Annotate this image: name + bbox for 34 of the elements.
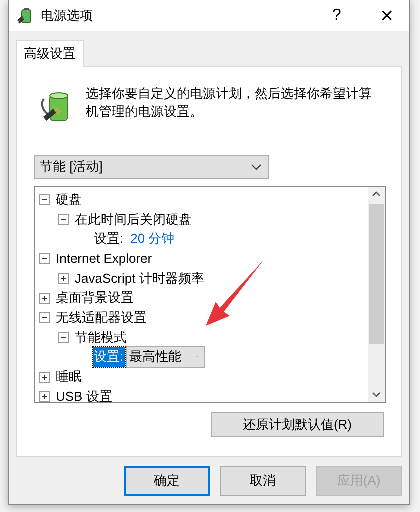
tab[interactable]: 高级设置	[16, 40, 84, 67]
expand-icon[interactable]	[39, 372, 50, 383]
restore-defaults-button[interactable]: 还原计划默认值(R)	[211, 412, 384, 437]
setting-label[interactable]: 设置:	[93, 347, 125, 368]
tree-item[interactable]: 无线适配器设置	[56, 308, 147, 327]
tree-item[interactable]: 硬盘	[56, 190, 82, 209]
collapse-icon[interactable]	[58, 332, 69, 344]
setting-label[interactable]: 设置:	[93, 229, 125, 250]
collapse-icon[interactable]	[39, 194, 50, 206]
close-button[interactable]: ×	[365, 0, 409, 31]
collapse-icon[interactable]	[39, 253, 50, 264]
setting-value-link[interactable]: 20 分钟	[130, 230, 175, 248]
tree-item[interactable]: 睡眠	[56, 368, 82, 386]
chevron-down-icon	[251, 164, 262, 170]
description-text: 选择你要自定义的电源计划，然后选择你希望计算机管理的电源设置。	[86, 85, 373, 121]
tree-item[interactable]: 在此时间后关闭硬盘	[75, 210, 192, 229]
expand-icon[interactable]	[39, 391, 50, 402]
tree-item[interactable]: 节能模式	[75, 328, 127, 347]
plan-dropdown[interactable]: 节能 [活动]	[34, 155, 269, 179]
expand-icon[interactable]	[58, 273, 69, 284]
tree-item[interactable]: JavaScript 计时器频率	[75, 270, 204, 288]
scrollbar[interactable]	[368, 187, 385, 402]
tree-item[interactable]: USB 设置	[56, 388, 112, 402]
scrollbar-thumb[interactable]	[369, 204, 384, 344]
tree-item[interactable]: 桌面背景设置	[56, 289, 134, 308]
dialog-button[interactable]: 确定	[124, 466, 210, 496]
expand-icon[interactable]	[39, 292, 50, 304]
tree-item[interactable]: Internet Explorer	[56, 251, 152, 266]
collapse-icon[interactable]	[58, 214, 69, 226]
help-button[interactable]: ?	[315, 0, 359, 31]
window-title: 电源选项	[41, 6, 93, 24]
setting-dropdown[interactable]: 最高性能	[126, 346, 205, 368]
collapse-icon[interactable]	[39, 312, 50, 324]
dialog-button[interactable]: 取消	[220, 466, 306, 496]
